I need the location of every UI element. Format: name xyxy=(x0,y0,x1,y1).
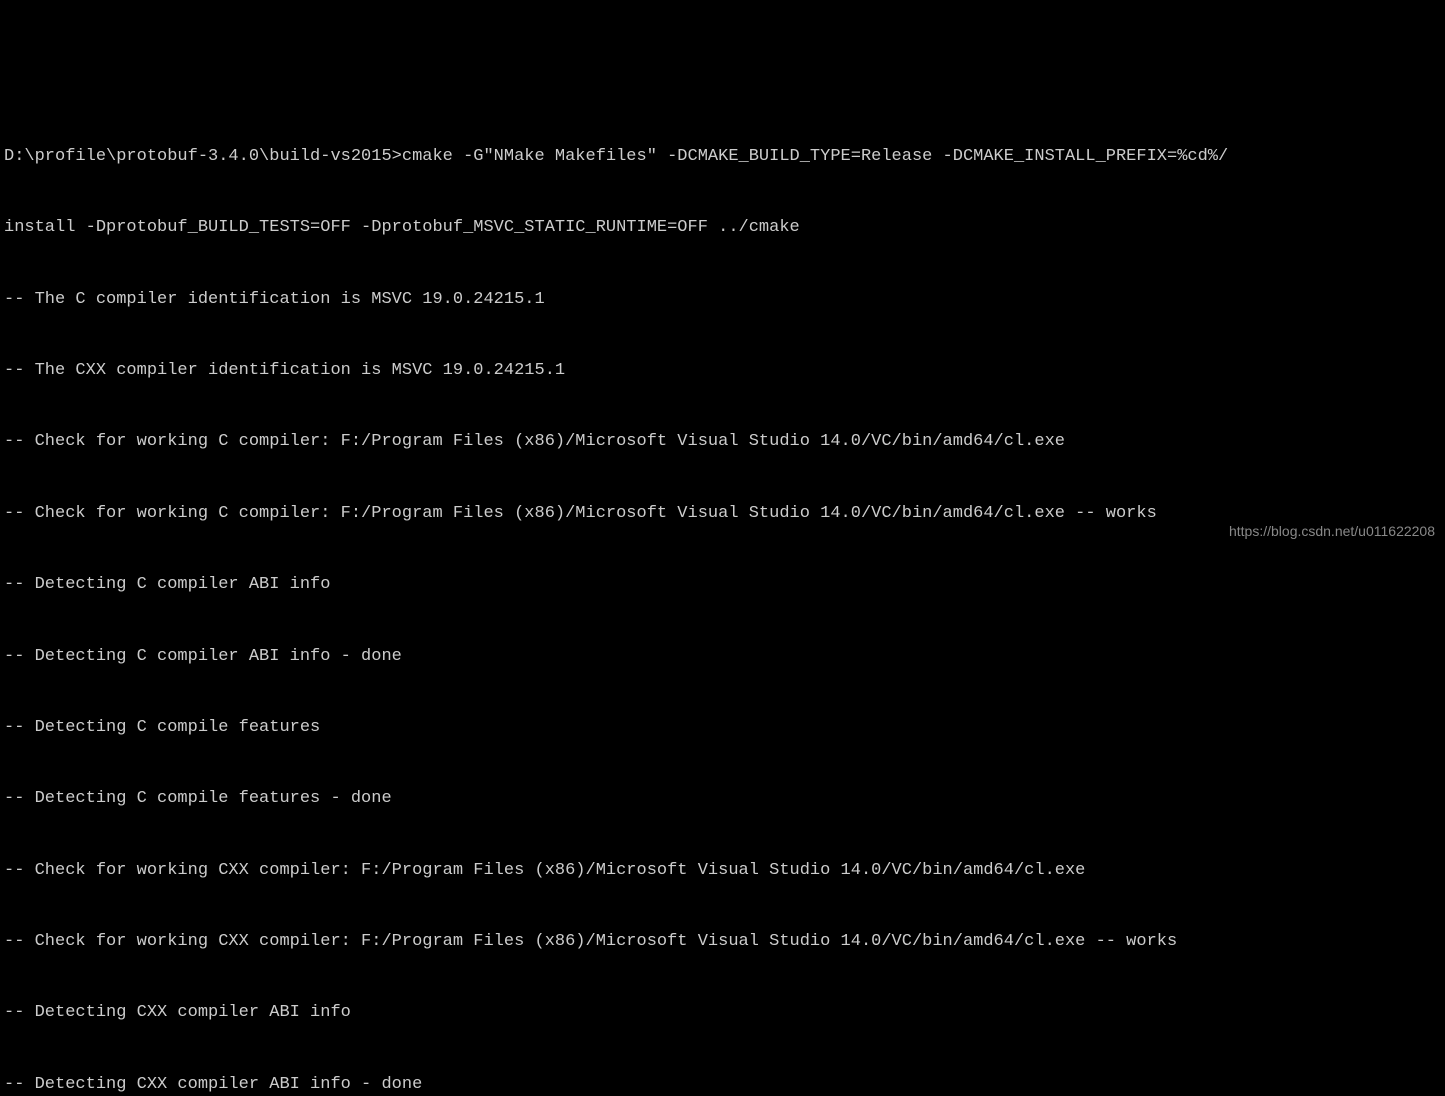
output-line: -- Detecting C compile features - done xyxy=(4,787,1441,811)
output-line: -- Check for working CXX compiler: F:/Pr… xyxy=(4,859,1441,883)
output-line: -- The C compiler identification is MSVC… xyxy=(4,288,1441,312)
terminal-window[interactable]: D:\profile\protobuf-3.4.0\build-vs2015>c… xyxy=(4,97,1441,1096)
output-line: -- Detecting C compile features xyxy=(4,716,1441,740)
command-prompt-line2: install -Dprotobuf_BUILD_TESTS=OFF -Dpro… xyxy=(4,216,1441,240)
output-line: -- Detecting C compiler ABI info xyxy=(4,573,1441,597)
watermark-text: https://blog.csdn.net/u011622208 xyxy=(1229,522,1435,542)
output-line: -- Check for working CXX compiler: F:/Pr… xyxy=(4,930,1441,954)
output-line: -- Detecting CXX compiler ABI info - don… xyxy=(4,1073,1441,1096)
command-prompt-line1: D:\profile\protobuf-3.4.0\build-vs2015>c… xyxy=(4,145,1441,169)
output-line: -- Detecting CXX compiler ABI info xyxy=(4,1001,1441,1025)
output-line: -- Check for working C compiler: F:/Prog… xyxy=(4,502,1441,526)
output-line: -- Check for working C compiler: F:/Prog… xyxy=(4,430,1441,454)
output-line: -- Detecting C compiler ABI info - done xyxy=(4,645,1441,669)
output-line: -- The CXX compiler identification is MS… xyxy=(4,359,1441,383)
